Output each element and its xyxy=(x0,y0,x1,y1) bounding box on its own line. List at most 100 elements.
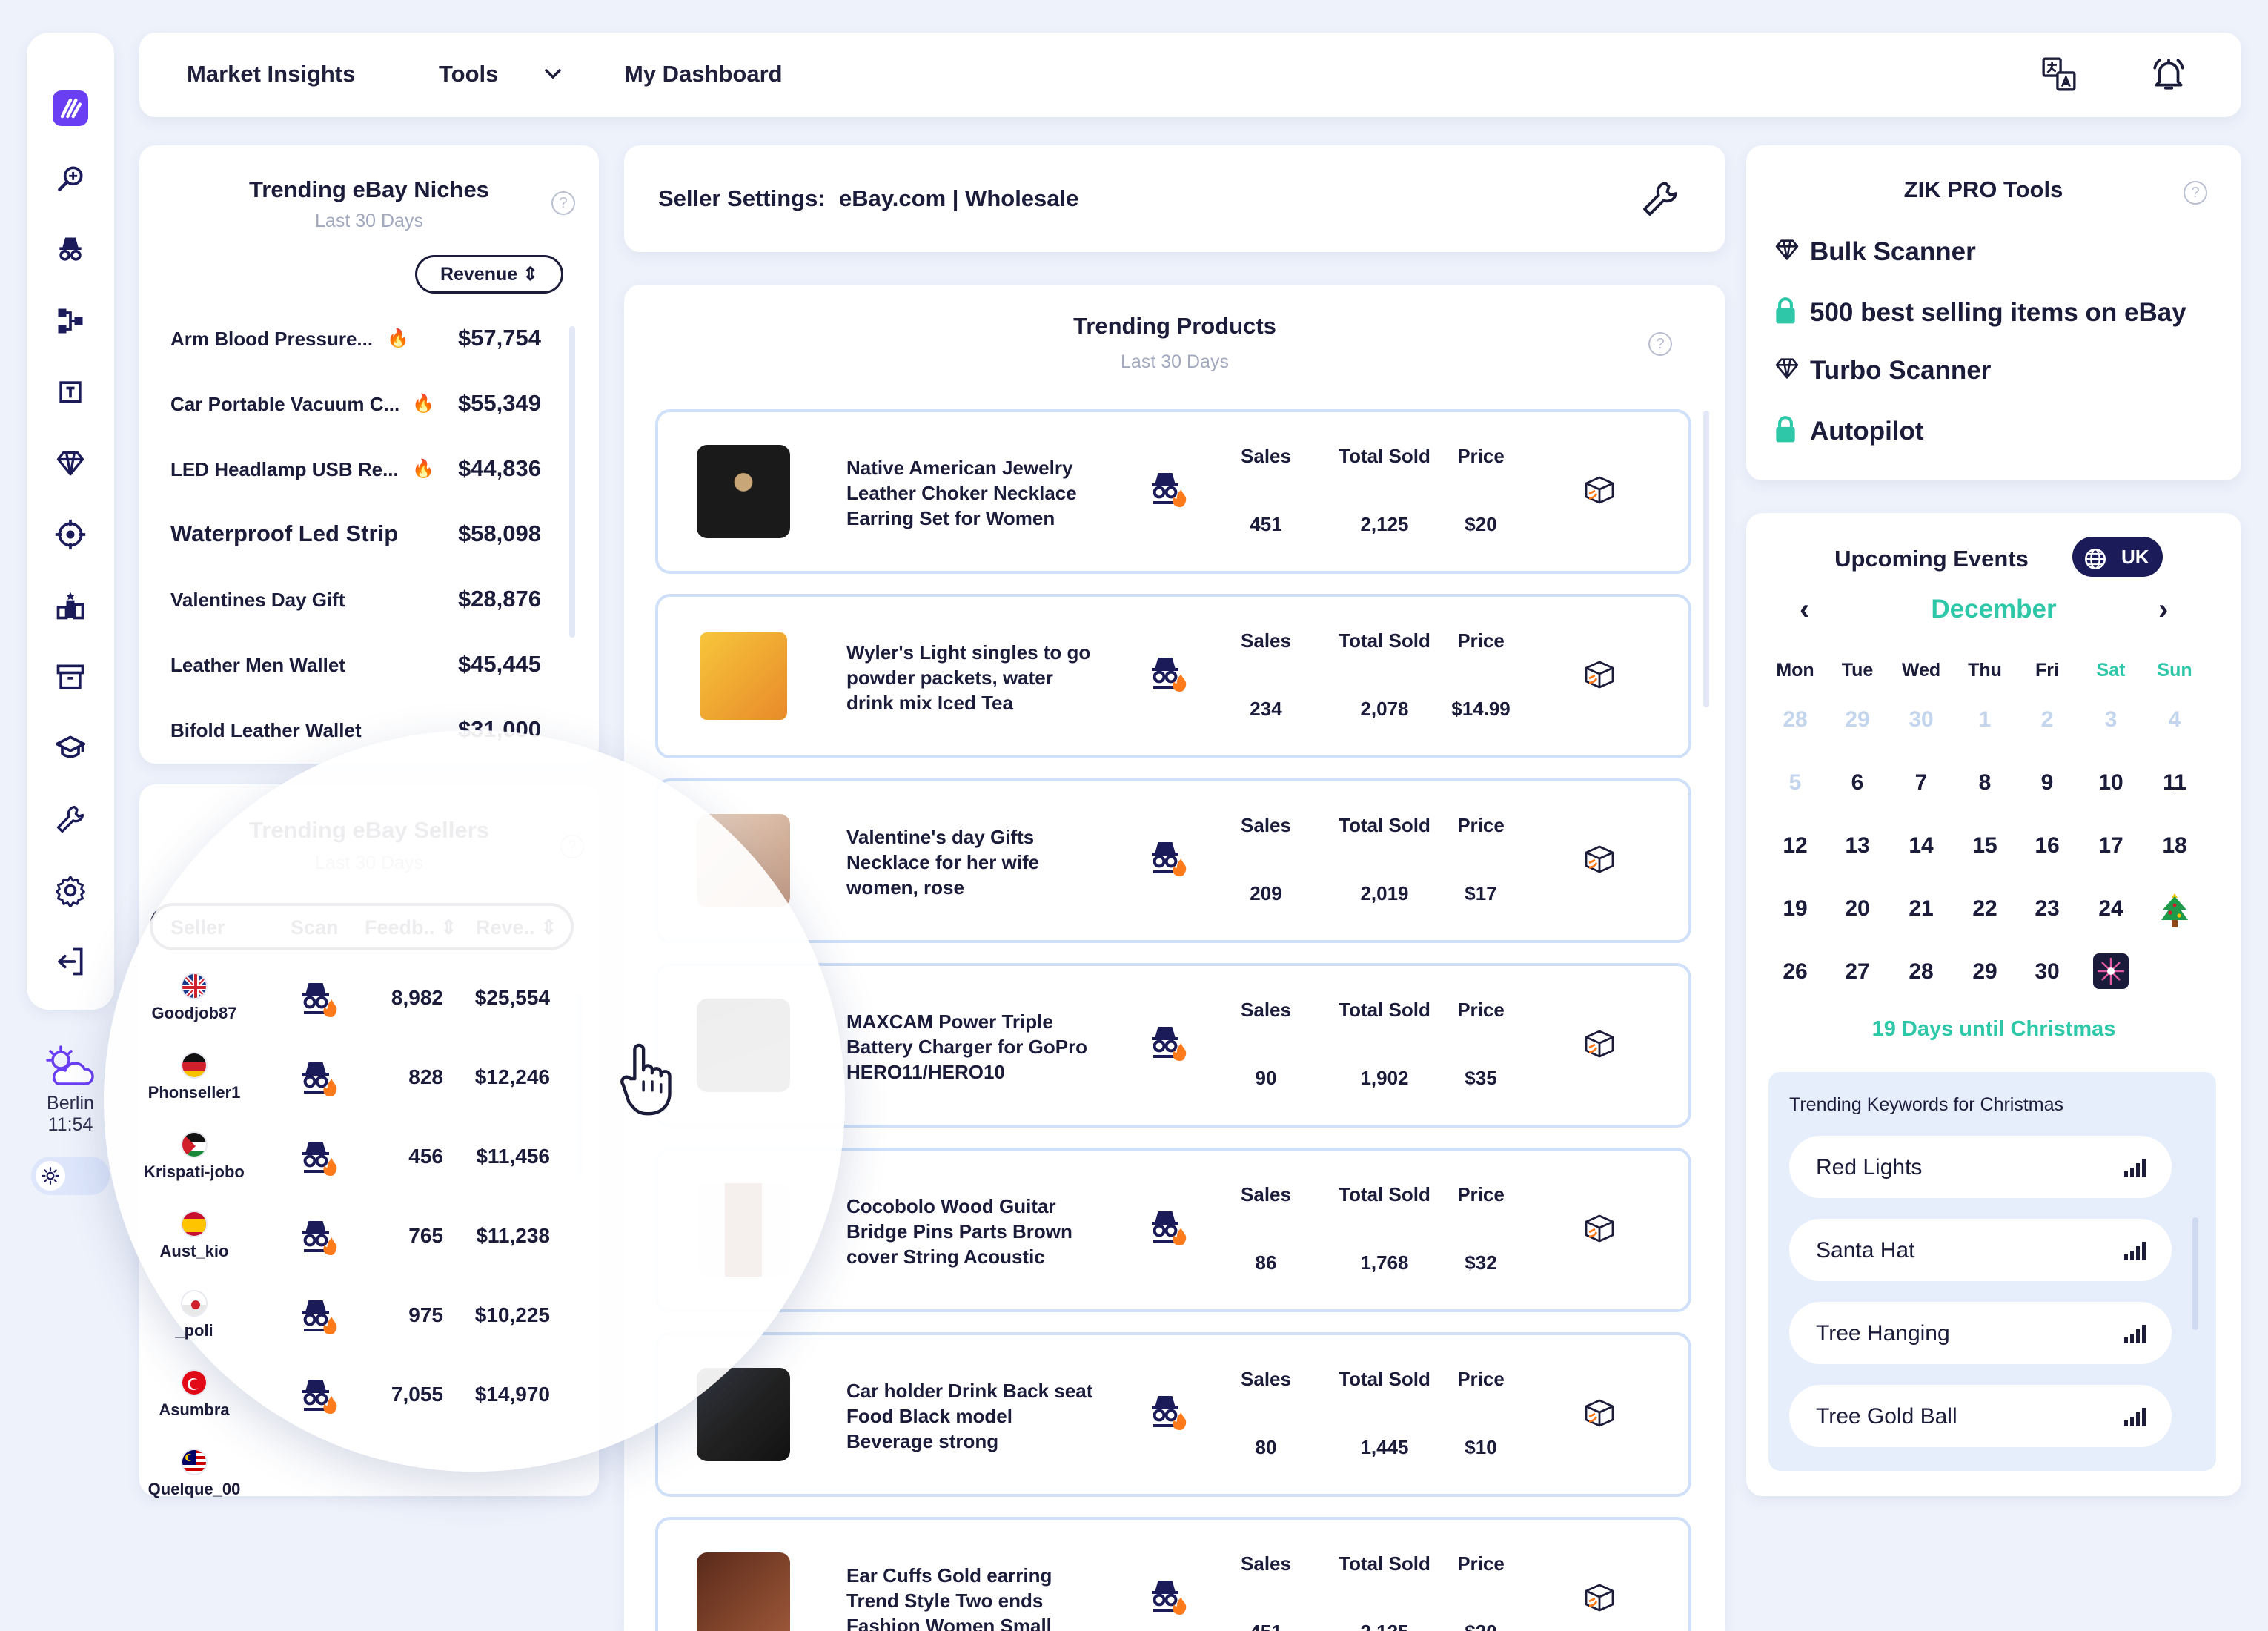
calendar-day[interactable]: 21 xyxy=(1899,896,1943,922)
box-icon[interactable] xyxy=(1582,472,1617,511)
calendar-day[interactable]: 20 xyxy=(1835,896,1880,922)
product-row[interactable]: Valentine's day Gifts Necklace for her w… xyxy=(655,778,1691,943)
box-icon[interactable] xyxy=(1582,1395,1617,1434)
product-name[interactable]: Cocobolo Wood Guitar Bridge Pins Parts B… xyxy=(846,1194,1098,1269)
archive-icon[interactable] xyxy=(52,658,89,695)
calendar-day[interactable]: 19 xyxy=(1773,896,1817,922)
spy-scan-icon[interactable] xyxy=(1147,655,1189,697)
zik-tool-item[interactable]: Bulk Scanner xyxy=(1773,237,1976,269)
calendar-day[interactable]: 23 xyxy=(2025,896,2069,922)
search-icon[interactable] xyxy=(52,160,89,197)
product-image[interactable] xyxy=(697,999,790,1092)
calendar-day[interactable]: 17 xyxy=(2089,833,2133,858)
calendar-day[interactable]: 1 xyxy=(1963,707,2007,732)
calendar-day[interactable]: 27 xyxy=(1835,959,1880,985)
settings-value[interactable]: eBay.com | Wholesale xyxy=(839,185,1078,212)
seller-row[interactable]: Goodjob87 8,982 $25,554 xyxy=(139,973,599,1047)
theme-toggle[interactable] xyxy=(31,1157,110,1195)
spy-icon[interactable] xyxy=(52,231,89,268)
christmas-tree-icon[interactable] xyxy=(2157,892,2192,934)
calendar-day[interactable]: 30 xyxy=(1899,707,1943,732)
scrollbar[interactable] xyxy=(569,326,575,638)
calendar-day[interactable]: 18 xyxy=(2152,833,2197,858)
spy-scan-icon[interactable] xyxy=(1147,1024,1189,1066)
product-image[interactable] xyxy=(697,1368,790,1461)
help-icon[interactable]: ? xyxy=(2184,181,2207,205)
nav-tools[interactable]: Tools xyxy=(439,61,498,87)
spy-scan-icon[interactable] xyxy=(298,1059,339,1102)
help-icon[interactable]: ? xyxy=(560,835,584,858)
product-row[interactable]: Car holder Drink Back seat Food Black mo… xyxy=(655,1332,1691,1497)
product-row[interactable]: Ear Cuffs Gold earring Trend Style Two e… xyxy=(655,1517,1691,1631)
niche-row[interactable]: Leather Men Wallet $45,445 xyxy=(170,644,541,688)
spy-scan-icon[interactable] xyxy=(1147,1578,1189,1620)
keyword-chip[interactable]: Santa Hat xyxy=(1789,1219,2172,1281)
logo-icon[interactable] xyxy=(53,90,88,126)
calendar-day[interactable]: 16 xyxy=(2025,833,2069,858)
calendar-day[interactable]: 12 xyxy=(1773,833,1817,858)
niche-sort-dropdown[interactable]: Revenue ⇕ xyxy=(415,255,563,294)
zik-tool-item[interactable]: Autopilot xyxy=(1773,415,1924,450)
seller-row[interactable]: Aust_kio 765 $11,238 xyxy=(139,1211,599,1285)
diamond-icon[interactable] xyxy=(52,445,89,482)
spy-scan-icon[interactable] xyxy=(1147,839,1189,881)
product-row[interactable]: Cocobolo Wood Guitar Bridge Pins Parts B… xyxy=(655,1148,1691,1312)
product-image[interactable] xyxy=(697,1183,790,1277)
wrench-icon[interactable] xyxy=(1639,178,1681,223)
niche-row[interactable]: Car Portable Vacuum C... 🔥 $55,349 xyxy=(170,383,541,427)
spy-scan-icon[interactable] xyxy=(1147,470,1189,512)
calendar-day[interactable]: 2 xyxy=(2025,707,2069,732)
calendar-day[interactable]: 26 xyxy=(1773,959,1817,985)
fireworks-icon[interactable] xyxy=(2093,953,2129,989)
product-row[interactable]: MAXCAM Power Triple Battery Charger for … xyxy=(655,963,1691,1128)
calendar-day[interactable]: 22 xyxy=(1963,896,2007,922)
nav-market-insights[interactable]: Market Insights xyxy=(187,61,355,87)
seller-row[interactable]: Quelque_00 xyxy=(139,1449,599,1523)
gear-icon[interactable] xyxy=(52,872,89,909)
product-name[interactable]: Wyler's Light singles to go powder packe… xyxy=(846,640,1098,715)
product-name[interactable]: Ear Cuffs Gold earring Trend Style Two e… xyxy=(846,1563,1098,1631)
box-icon[interactable] xyxy=(1582,841,1617,880)
seller-row[interactable]: Krispati-jobo 456 $11,456 xyxy=(139,1131,599,1205)
product-name[interactable]: Car holder Drink Back seat Food Black mo… xyxy=(846,1378,1098,1454)
translate-icon[interactable] xyxy=(2037,52,2081,96)
crop-icon[interactable] xyxy=(52,374,89,411)
spy-scan-icon[interactable] xyxy=(298,1377,339,1419)
product-image[interactable] xyxy=(697,814,790,907)
niche-row[interactable]: Bifold Leather Wallet $31,000 xyxy=(170,709,541,753)
help-icon[interactable]: ? xyxy=(1648,332,1672,356)
calendar-day[interactable]: 30 xyxy=(2025,959,2069,985)
niche-row[interactable]: LED Headlamp USB Re... 🔥 $44,836 xyxy=(170,448,541,492)
spy-scan-icon[interactable] xyxy=(298,980,339,1022)
product-row[interactable]: Wyler's Light singles to go powder packe… xyxy=(655,594,1691,758)
spy-scan-icon[interactable] xyxy=(298,1139,339,1181)
keyword-chip[interactable]: Tree Gold Ball xyxy=(1789,1385,2172,1447)
calendar-day[interactable]: 15 xyxy=(1963,833,2007,858)
niche-row[interactable]: Arm Blood Pressure... 🔥 $57,754 xyxy=(170,317,541,362)
box-icon[interactable] xyxy=(1582,1579,1617,1618)
chevron-down-icon[interactable] xyxy=(531,52,575,96)
scrollbar[interactable] xyxy=(1703,411,1709,707)
col-feedback[interactable]: Feedb.. ⇕ xyxy=(365,916,457,939)
help-icon[interactable]: ? xyxy=(551,191,575,215)
spy-scan-icon[interactable] xyxy=(1147,1208,1189,1251)
podium-icon[interactable] xyxy=(52,587,89,624)
col-revenue[interactable]: Reve.. ⇕ xyxy=(476,916,557,939)
wrench-icon[interactable] xyxy=(52,801,89,838)
calendar-day[interactable]: 10 xyxy=(2089,770,2133,795)
graduation-cap-icon[interactable] xyxy=(52,730,89,767)
calendar-day[interactable]: 7 xyxy=(1899,770,1943,795)
keyword-chip[interactable]: Red Lights xyxy=(1789,1136,2172,1198)
niche-row[interactable]: Waterproof Led Strip $58,098 xyxy=(170,513,541,558)
logout-icon[interactable] xyxy=(52,943,89,980)
nav-my-dashboard[interactable]: My Dashboard xyxy=(624,61,783,87)
box-icon[interactable] xyxy=(1582,656,1617,695)
calendar-day[interactable]: 28 xyxy=(1899,959,1943,985)
calendar-day[interactable]: 14 xyxy=(1899,833,1943,858)
spy-scan-icon[interactable] xyxy=(298,1218,339,1260)
calendar-day[interactable]: 13 xyxy=(1835,833,1880,858)
spy-scan-icon[interactable] xyxy=(1147,1393,1189,1435)
target-icon[interactable] xyxy=(52,516,89,553)
calendar-day[interactable]: 6 xyxy=(1835,770,1880,795)
box-icon[interactable] xyxy=(1582,1210,1617,1249)
